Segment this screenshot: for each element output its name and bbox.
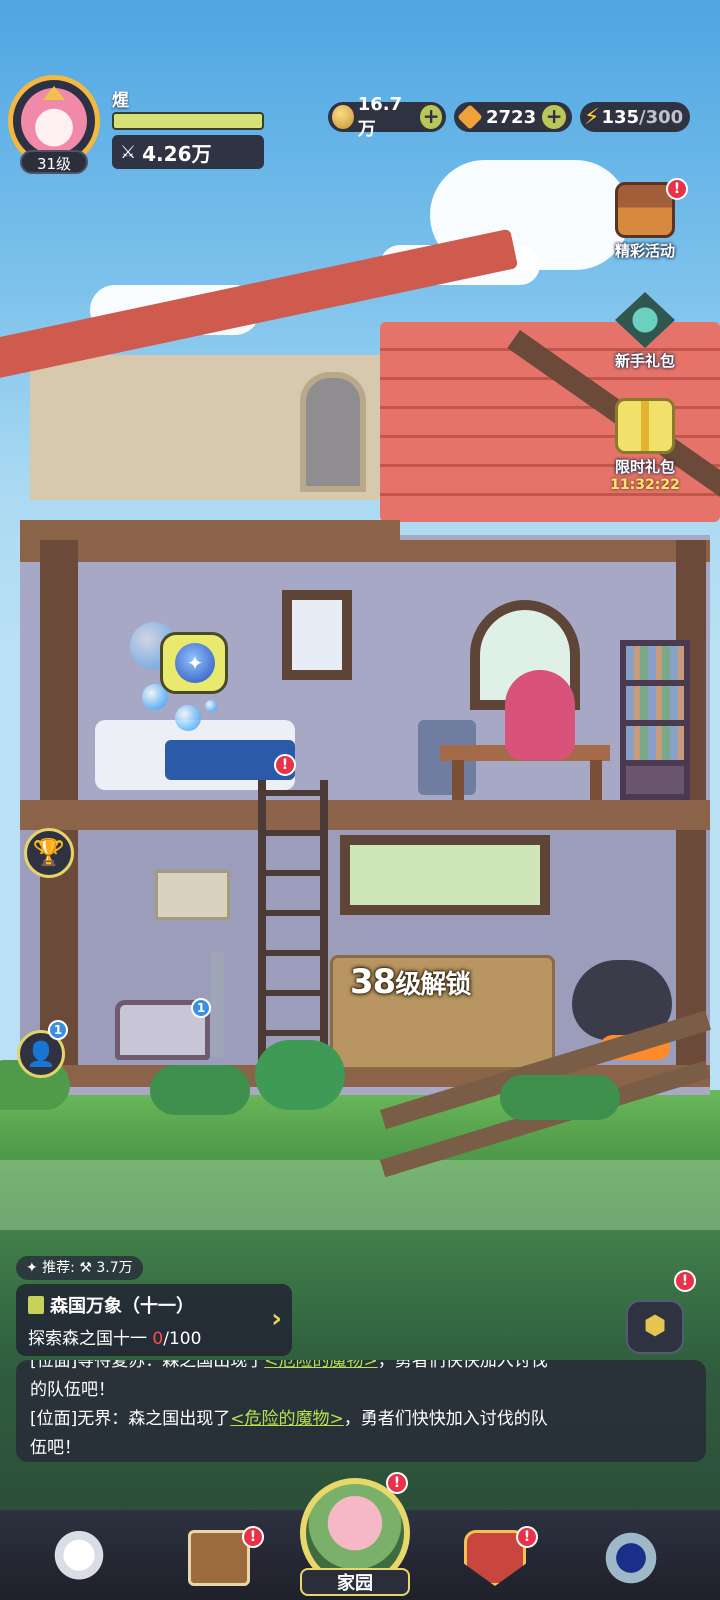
- newbie-pack-label: 新手礼包: [614, 352, 675, 370]
- plants: [255, 1040, 345, 1110]
- bubble: [175, 705, 201, 731]
- guild-alert-badge: !: [516, 1526, 538, 1548]
- nav-heroes[interactable]: [44, 1530, 114, 1590]
- book-icon: [188, 1530, 250, 1586]
- wall-map: [155, 870, 230, 920]
- quest-title-row: 森国万象（十一）: [28, 1292, 280, 1318]
- weapons-icon: [615, 292, 675, 348]
- gem-value: 2723: [486, 106, 537, 128]
- events-label: 精彩活动: [614, 242, 675, 260]
- chat-link[interactable]: <危险的魔物>: [264, 1360, 378, 1371]
- balcony: [20, 520, 400, 542]
- cube-box-button[interactable]: ⬢: [626, 1300, 684, 1354]
- floor-beam: [20, 800, 710, 830]
- player-name: 煋: [112, 91, 129, 111]
- home-label: 家园: [300, 1568, 410, 1596]
- sword-stand[interactable]: [210, 952, 224, 1057]
- chat-message: [位面]无界：森之国出现了<危险的魔物>，勇者们快快加入讨伐的队: [30, 1405, 692, 1434]
- crossed-swords-icon: ⚔: [120, 141, 137, 163]
- quest-progress: 探索森之国十一 0/100: [28, 1324, 280, 1349]
- lightning-icon: ⚡: [584, 104, 600, 130]
- small-window: [282, 590, 352, 680]
- bed-alert-badge: !: [274, 754, 296, 776]
- desk-leg: [452, 760, 464, 800]
- level-badge: 31级: [20, 150, 88, 174]
- friend-count-badge: 1: [48, 1020, 68, 1040]
- hero-icon: [48, 1530, 110, 1586]
- limited-pack-button[interactable]: 限时礼包 11:32:22: [602, 398, 688, 493]
- cube-icon: ⬢: [643, 1311, 667, 1341]
- coin-counter[interactable]: 16.7万 +: [328, 94, 446, 140]
- unlock-level-text: 38级解锁: [350, 962, 471, 1002]
- character-at-desk[interactable]: [505, 670, 575, 760]
- home-alert-badge: !: [386, 1472, 408, 1494]
- chat-link[interactable]: <危险的魔物>: [230, 1409, 344, 1429]
- add-coins-button[interactable]: +: [420, 105, 442, 129]
- recommended-power: ✦ 推荐: ⚒ 3.7万: [16, 1256, 143, 1280]
- quest-panel[interactable]: 森国万象（十一） 探索森之国十一 0/100 ›: [16, 1284, 292, 1356]
- box-alert-badge: !: [674, 1270, 696, 1292]
- chevron-right-icon[interactable]: ›: [271, 1304, 282, 1334]
- skill-orb-marker[interactable]: ✦: [160, 632, 228, 694]
- gem-icon: [457, 104, 483, 130]
- chat-message: 的队伍吧！: [30, 1380, 115, 1400]
- bush: [500, 1075, 620, 1120]
- chat-text: [位面]等待复苏：森之国出现了: [30, 1360, 265, 1371]
- bookshelf[interactable]: [620, 640, 690, 800]
- gift-box-icon: [615, 398, 675, 454]
- quest-progress-total: /100: [163, 1329, 202, 1349]
- events-alert-badge: !: [666, 178, 688, 200]
- gem-counter[interactable]: 2723 +: [454, 102, 572, 132]
- bubble: [205, 700, 217, 712]
- chat-text: [位面]无界：森之国出现了: [30, 1409, 231, 1429]
- desk-leg: [590, 760, 602, 800]
- ceiling-beam: [20, 540, 710, 562]
- person-icon: 👤: [26, 1040, 56, 1068]
- chat-message: 伍吧！: [30, 1438, 81, 1458]
- coin-value: 16.7万: [357, 93, 403, 140]
- combat-power[interactable]: ⚔ 4.26万: [112, 135, 264, 169]
- world-chat[interactable]: [位面]等待复苏：森之国出现了<危险的魔物>，勇者们快快加入讨伐 的队伍吧！ […: [16, 1360, 706, 1462]
- book-alert-badge: !: [242, 1526, 264, 1548]
- energy-current: 135: [601, 106, 640, 128]
- energy-counter[interactable]: ⚡ 135/300: [580, 102, 690, 132]
- chest-count-badge: 1: [191, 998, 211, 1018]
- sparkle-icon: ✦: [175, 643, 215, 683]
- limited-pack-label: 限时礼包: [614, 458, 675, 476]
- quest-progress-label: 探索森之国十一: [28, 1329, 153, 1349]
- newbie-pack-button[interactable]: 新手礼包: [602, 292, 688, 371]
- bush: [150, 1065, 250, 1115]
- ladder: [258, 780, 328, 1070]
- quest-title: 森国万象（十一）: [50, 1296, 194, 1317]
- add-gems-button[interactable]: +: [542, 105, 567, 129]
- unlock-level-suffix: 级解锁: [395, 970, 471, 1000]
- combat-power-value: 4.26万: [142, 141, 212, 166]
- quest-book-icon: [28, 1296, 44, 1314]
- unlock-level-number: 38: [350, 962, 396, 1002]
- limited-pack-timer: 11:32:22: [610, 477, 680, 493]
- coin-icon: [332, 105, 354, 129]
- mist: [0, 1160, 720, 1230]
- experience-bar: [112, 112, 264, 130]
- chat-text: ，勇者们快快加入讨伐的队: [343, 1409, 548, 1429]
- trophy-button[interactable]: 🏆: [24, 828, 74, 878]
- trophy-icon: 🏆: [32, 838, 66, 868]
- portal-icon: [600, 1530, 662, 1586]
- quest-progress-current: 0: [152, 1329, 164, 1349]
- chat-message: [位面]等待复苏：森之国出现了<危险的魔物>，勇者们快快加入讨伐: [30, 1360, 692, 1376]
- attic-door[interactable]: [300, 372, 366, 492]
- nav-portal[interactable]: [596, 1530, 666, 1590]
- chat-text: ，勇者们快快加入讨伐: [377, 1360, 548, 1371]
- energy-max: /300: [639, 106, 684, 128]
- lower-window: [340, 835, 550, 915]
